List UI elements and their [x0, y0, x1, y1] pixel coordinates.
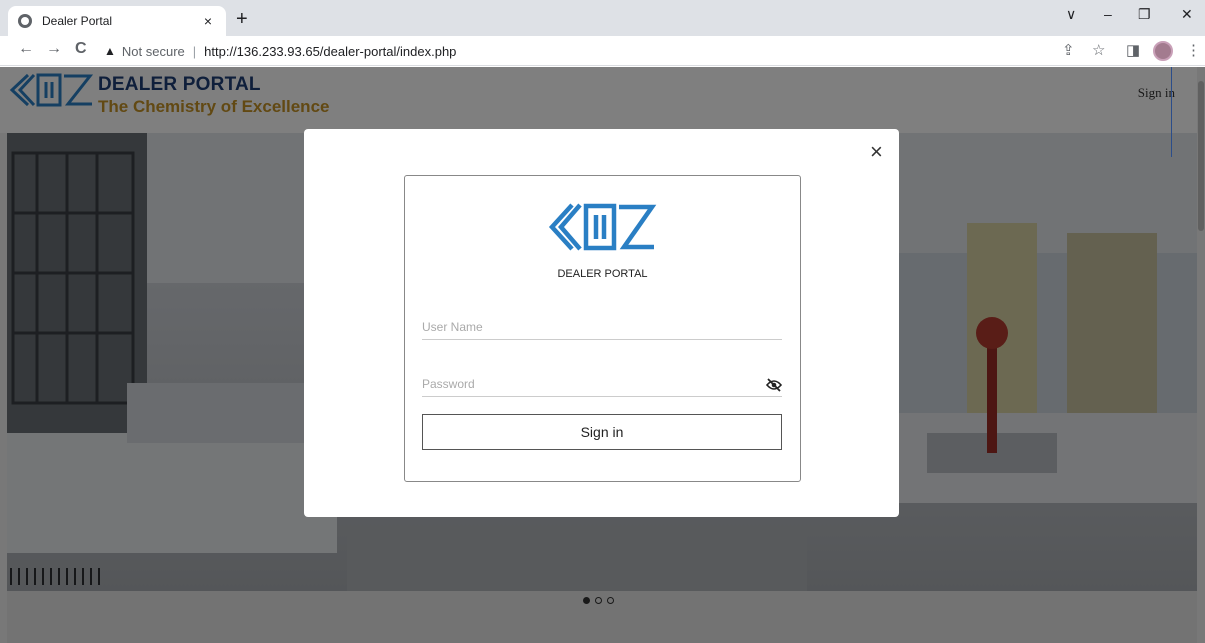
modal-close-button[interactable]: × — [870, 141, 883, 163]
gtz-logo-icon — [548, 203, 657, 251]
warning-icon: ▲ — [104, 44, 116, 58]
password-placeholder: Password — [422, 377, 475, 391]
back-button[interactable]: ← — [18, 40, 34, 58]
annotation-line — [1171, 67, 1172, 157]
address-bar[interactable]: ▲ Not secure | http://136.233.93.65/deal… — [104, 39, 1104, 63]
username-placeholder: User Name — [422, 320, 483, 334]
restore-button[interactable]: ❐ — [1138, 6, 1151, 23]
share-icon[interactable]: ⇪ — [1062, 41, 1075, 59]
menu-kebab-icon[interactable]: ⋮ — [1186, 41, 1201, 59]
login-portal-title: DEALER PORTAL — [557, 268, 648, 280]
tab-close-button[interactable]: × — [200, 13, 216, 29]
omnibox-separator: | — [192, 43, 197, 59]
side-panel-icon[interactable]: ◨ — [1126, 41, 1140, 59]
security-label: Not secure — [121, 43, 185, 59]
minimize-button[interactable]: – — [1104, 6, 1112, 22]
browser-tab[interactable]: Dealer Portal × — [8, 6, 226, 36]
forward-button[interactable]: → — [46, 40, 62, 58]
username-input[interactable]: User Name — [422, 318, 782, 340]
profile-avatar[interactable] — [1153, 41, 1173, 61]
eye-slash-icon[interactable] — [766, 378, 782, 392]
tab-title: Dealer Portal — [42, 14, 113, 28]
page: DEALER PORTAL The Chemistry of Excellenc… — [0, 67, 1205, 643]
new-tab-button[interactable]: + — [236, 8, 248, 31]
signin-button[interactable]: Sign in — [422, 414, 782, 450]
url-text: http://136.233.93.65/dealer-portal/index… — [204, 43, 457, 59]
reload-button[interactable]: C — [75, 40, 87, 58]
close-window-button[interactable]: ✕ — [1181, 6, 1193, 23]
login-card: DEALER PORTAL User Name Password Sign in — [404, 175, 801, 482]
browser-toolbar: ← → C ▲ Not secure | http://136.233.93.6… — [0, 36, 1205, 66]
bookmark-star-icon[interactable]: ☆ — [1092, 41, 1105, 59]
tab-search-icon[interactable]: ∨ — [1066, 6, 1076, 23]
password-input[interactable]: Password — [422, 375, 782, 397]
browser-tabstrip: Dealer Portal × + ∨ – ❐ ✕ — [0, 0, 1205, 36]
globe-icon — [18, 14, 32, 28]
